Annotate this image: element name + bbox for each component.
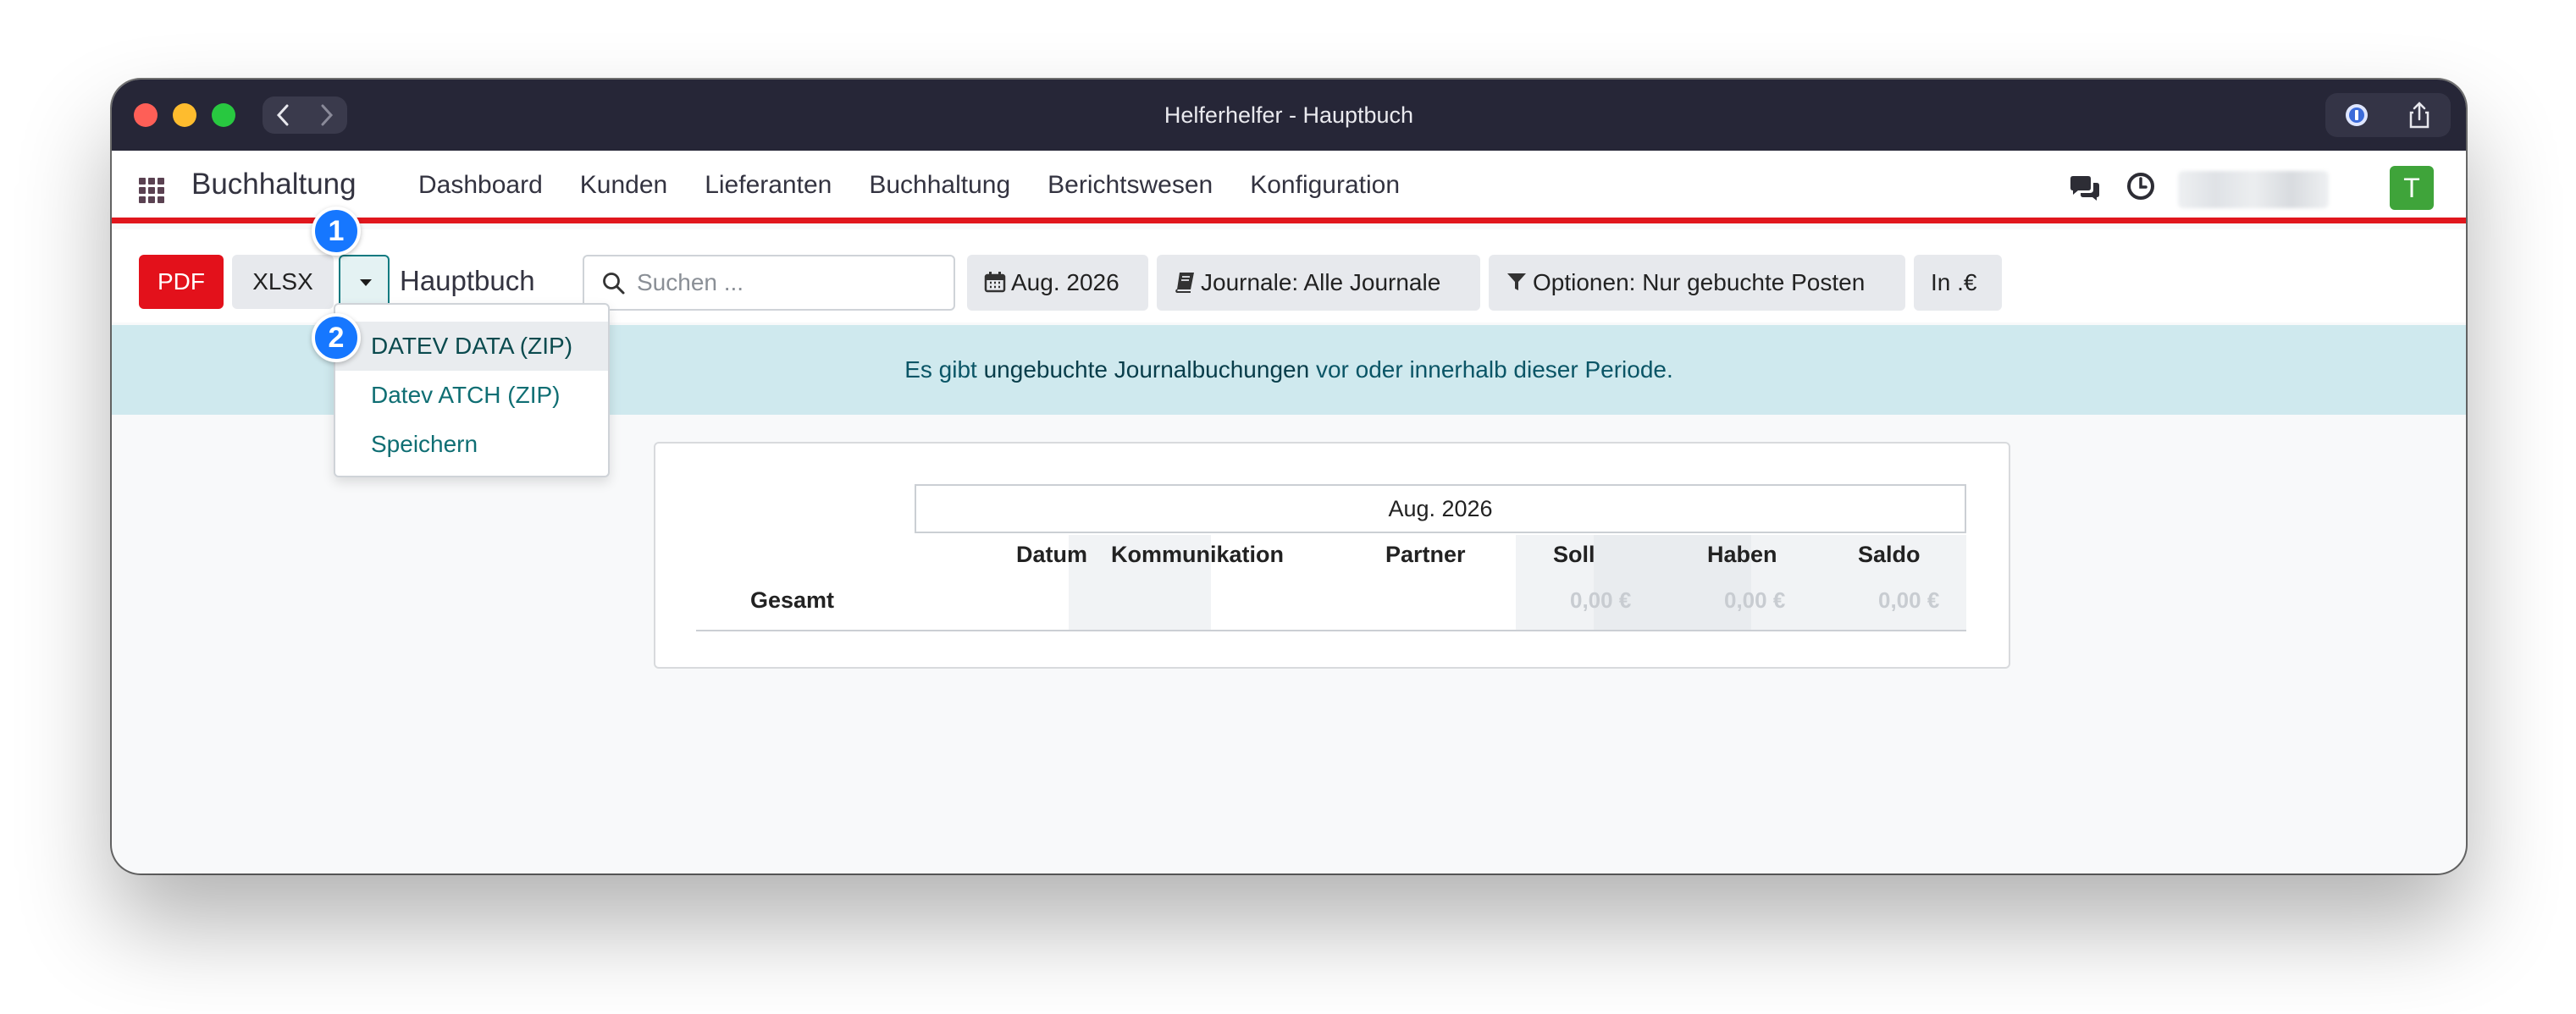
xlsx-button[interactable]: XLSX [232, 255, 334, 309]
alert-text-prefix: Es gibt [904, 356, 984, 383]
options-filter-button[interactable]: Optionen: Nur gebuchte Posten [1489, 255, 1905, 311]
clock-icon[interactable] [2125, 171, 2156, 201]
column-header-kommunikation[interactable]: Kommunikation [1111, 542, 1284, 568]
column-header-haben[interactable]: Haben [1707, 542, 1777, 568]
total-row-label: Gesamt [750, 587, 835, 613]
column-header-datum[interactable]: Datum [1016, 542, 1087, 568]
menu-item-berichtswesen[interactable]: Berichtswesen [1048, 171, 1213, 200]
report-card: Aug. 2026 Datum Kommunikation Partner So… [654, 442, 2010, 669]
password-manager-icon[interactable] [2342, 101, 2371, 130]
export-dropdown-menu: DATEV DATA (ZIP) Datev ATCH (ZIP) Speich… [334, 303, 610, 477]
chat-icon[interactable] [2068, 174, 2102, 203]
app-navbar: Buchhaltung Dashboard Kunden Lieferanten… [112, 151, 2466, 223]
search-icon [603, 273, 625, 295]
menu-item-lieferanten[interactable]: Lieferanten [705, 171, 832, 200]
journal-filter-button[interactable]: Journale: Alle Journale [1157, 255, 1480, 311]
menu-item-datev-atch-zip[interactable]: Datev ATCH (ZIP) [335, 371, 608, 420]
column-header-partner[interactable]: Partner [1385, 542, 1466, 568]
main-menu: Dashboard Kunden Lieferanten Buchhaltung… [418, 171, 1437, 200]
user-company-blurred[interactable] [2178, 171, 2329, 208]
column-header-saldo[interactable]: Saldo [1858, 542, 1921, 568]
search-box [583, 255, 955, 311]
menu-item-dashboard[interactable]: Dashboard [418, 171, 543, 200]
menu-item-datev-data-zip[interactable]: DATEV DATA (ZIP) [335, 322, 608, 371]
unposted-entries-link[interactable]: ungebuchte Journalbuchungen [984, 356, 1310, 383]
caret-down-icon [360, 279, 372, 286]
menu-item-kunden[interactable]: Kunden [580, 171, 667, 200]
currency-filter-button[interactable]: In .€ [1914, 255, 2002, 311]
page-title: Hauptbuch [400, 265, 535, 296]
step-badge-1: 1 [312, 207, 361, 256]
period-header: Aug. 2026 [915, 484, 1966, 533]
total-saldo-value: 0,00 € [1878, 587, 1940, 613]
journal-filter-label: Journale: Alle Journale [1201, 269, 1441, 295]
search-input[interactable] [637, 256, 942, 309]
export-dropdown-toggle[interactable] [339, 255, 390, 309]
app-grid-icon[interactable] [139, 178, 164, 203]
window-title: Helferhelfer - Hauptbuch [1164, 102, 1414, 128]
browser-window: Helferhelfer - Hauptbuch Buchhaltung Das… [112, 80, 2466, 873]
avatar[interactable]: T [2390, 166, 2434, 210]
total-row-divider [696, 630, 1966, 631]
total-haben-value: 0,00 € [1724, 587, 1786, 613]
menu-item-konfiguration[interactable]: Konfiguration [1250, 171, 1400, 200]
title-bar: Helferhelfer - Hauptbuch [112, 80, 2466, 151]
date-filter-button[interactable]: Aug. 2026 [967, 255, 1148, 311]
toolbar-right [2325, 93, 2451, 137]
currency-filter-label: In .€ [1931, 269, 1977, 295]
share-icon[interactable] [2405, 101, 2434, 130]
filter-icon [1507, 273, 1526, 290]
book-icon [1175, 273, 1194, 293]
step-badge-2: 2 [312, 313, 361, 362]
total-soll-value: 0,00 € [1570, 587, 1632, 613]
column-header-soll[interactable]: Soll [1553, 542, 1595, 568]
alert-text-suffix: vor oder innerhalb dieser Periode. [1309, 356, 1673, 383]
date-filter-label: Aug. 2026 [1011, 269, 1119, 295]
options-filter-label: Optionen: Nur gebuchte Posten [1533, 269, 1866, 295]
calendar-icon [984, 272, 1006, 293]
menu-item-buchhaltung[interactable]: Buchhaltung [869, 171, 1010, 200]
pdf-button[interactable]: PDF [139, 255, 224, 309]
app-brand[interactable]: Buchhaltung [191, 168, 357, 201]
menu-item-speichern[interactable]: Speichern [335, 420, 608, 469]
